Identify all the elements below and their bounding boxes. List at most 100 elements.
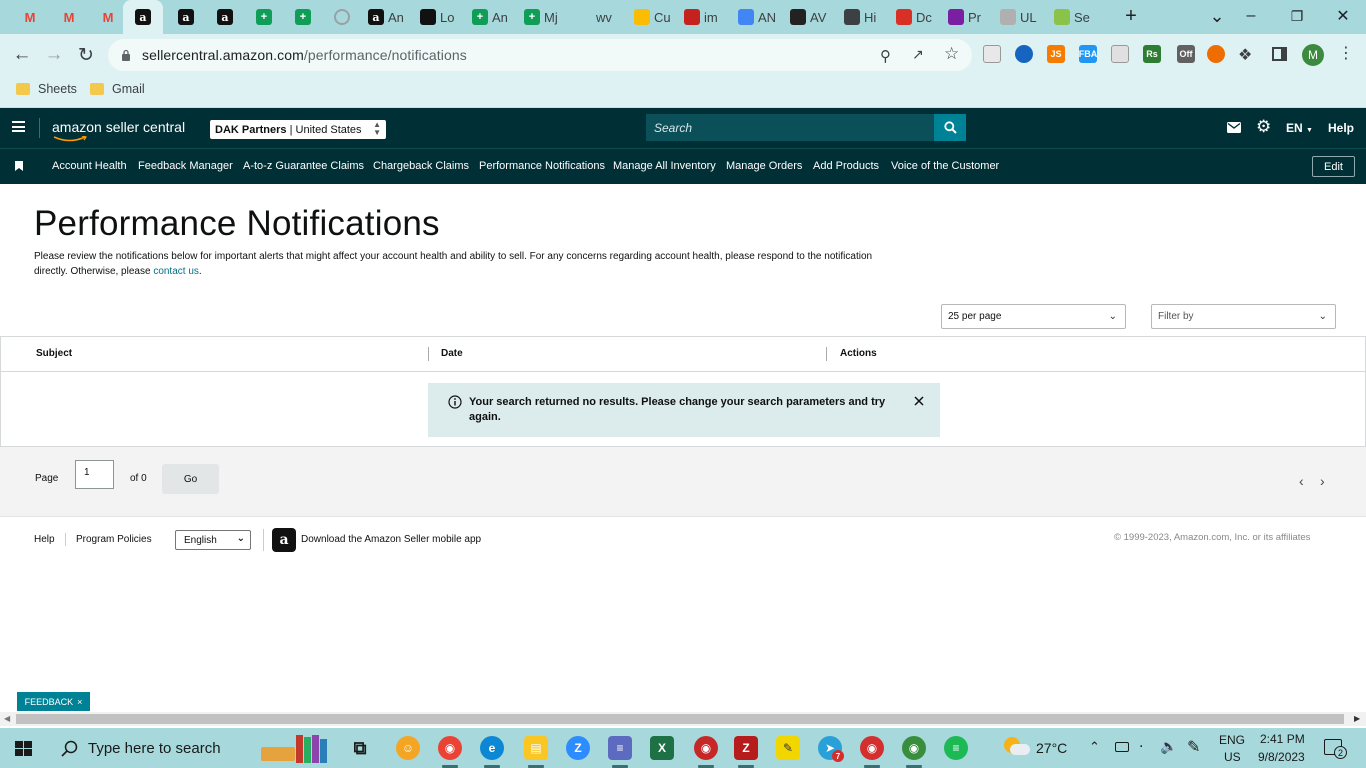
ext-off-icon[interactable]: Off: [1177, 45, 1195, 63]
bookmark-gmail[interactable]: Gmail: [90, 82, 145, 96]
edit-nav-button[interactable]: Edit: [1312, 156, 1355, 177]
forward-button[interactable]: →: [39, 40, 69, 70]
language-selector[interactable]: EN ▼: [1286, 121, 1313, 135]
settings-gear-icon[interactable]: ⚙: [1256, 117, 1271, 137]
chevron-up-icon[interactable]: ⌃: [1089, 739, 1100, 755]
browser-tab[interactable]: Cu: [628, 3, 674, 31]
nav-feedback-manager[interactable]: Feedback Manager: [138, 160, 233, 172]
zoom-icon[interactable]: ⚲: [880, 47, 891, 65]
browser-tab[interactable]: Pr: [942, 3, 988, 31]
battery-icon[interactable]: [1115, 742, 1129, 752]
program-policies-link[interactable]: Program Policies: [76, 534, 152, 545]
feedback-tab[interactable]: FEEDBACK ×: [17, 692, 90, 711]
taskbar-search-input[interactable]: Type here to search: [88, 740, 221, 757]
ext-fba-icon[interactable]: FBA: [1079, 45, 1097, 63]
new-tab-icon[interactable]: +: [1108, 0, 1154, 32]
share-icon[interactable]: ↗: [912, 46, 924, 63]
wifi-icon[interactable]: ⋅: [1139, 738, 1143, 755]
telegram-icon[interactable]: ➤ 7: [818, 736, 844, 762]
back-button[interactable]: ←: [7, 40, 37, 70]
mail-icon[interactable]: [1227, 122, 1241, 133]
search-button[interactable]: [934, 114, 966, 141]
edge-icon[interactable]: e: [480, 736, 504, 760]
file-explorer-icon[interactable]: ▤: [524, 736, 548, 760]
minimize-icon[interactable]: –: [1228, 0, 1274, 32]
browser-tab[interactable]: Hi: [838, 3, 884, 31]
browser-tab[interactable]: Lo: [414, 3, 460, 31]
maximize-icon[interactable]: ❐: [1274, 0, 1320, 32]
speaker-icon[interactable]: 🔈: [1160, 738, 1177, 755]
task-view-icon[interactable]: ⧉: [348, 736, 372, 760]
browser-tab[interactable]: a: [123, 0, 163, 34]
address-bar[interactable]: sellercentral.amazon.com/performance/not…: [108, 39, 972, 71]
close-icon[interactable]: [914, 396, 924, 406]
nav-voice-of-customer[interactable]: Voice of the Customer: [891, 160, 999, 172]
seller-search-input[interactable]: Search: [646, 114, 934, 141]
ext-card-icon[interactable]: [1111, 45, 1129, 63]
column-subject[interactable]: Subject: [36, 348, 72, 359]
weather-icon[interactable]: [1002, 736, 1030, 758]
nav-performance-notifications[interactable]: Performance Notifications: [479, 160, 605, 172]
seller-central-logo[interactable]: amazon seller central: [52, 119, 185, 135]
bookmark-star-icon[interactable]: ☆: [944, 44, 959, 64]
download-app-link[interactable]: Download the Amazon Seller mobile app: [301, 534, 481, 545]
footer-language-select[interactable]: English ⌄: [175, 530, 251, 550]
reload-button[interactable]: ↻: [71, 40, 101, 70]
contact-us-link[interactable]: contact us: [153, 266, 199, 277]
input-language-top[interactable]: ENG: [1219, 733, 1245, 747]
nav-chargeback-claims[interactable]: Chargeback Claims: [373, 160, 469, 172]
ext-rs-icon[interactable]: Rs: [1143, 45, 1161, 63]
browser-tab[interactable]: AN: [732, 3, 778, 31]
spotify-icon[interactable]: ≡: [944, 736, 968, 760]
horizontal-scrollbar[interactable]: ◀ ▶: [0, 712, 1366, 726]
input-language-bottom[interactable]: US: [1224, 750, 1241, 764]
ext-blue-circle-icon[interactable]: [1015, 45, 1033, 63]
browser-tab[interactable]: UL: [994, 3, 1040, 31]
help-link[interactable]: Help: [1328, 121, 1354, 135]
notification-center-icon[interactable]: 2: [1324, 739, 1347, 759]
browser-tab[interactable]: AV: [784, 3, 830, 31]
browser-menu-icon[interactable]: ⋮: [1338, 43, 1354, 63]
nav-account-health[interactable]: Account Health: [52, 160, 127, 172]
bookmark-sheets[interactable]: Sheets: [16, 82, 77, 96]
go-button[interactable]: Go: [162, 464, 219, 494]
nav-add-products[interactable]: Add Products: [813, 160, 879, 172]
clock-time[interactable]: 2:41 PM: [1260, 732, 1305, 746]
browser-tab[interactable]: Se: [1048, 3, 1094, 31]
sticky-notes-icon[interactable]: ✎: [776, 736, 800, 760]
page-number-input[interactable]: 1: [75, 460, 114, 489]
chrome-icon[interactable]: ◉: [438, 736, 462, 760]
emoji-app-icon[interactable]: ☺: [396, 736, 420, 760]
next-page-icon[interactable]: ›: [1320, 473, 1325, 489]
ext-orange-icon[interactable]: [1207, 45, 1225, 63]
per-page-select[interactable]: 25 per page ⌄: [941, 304, 1126, 329]
zoom-icon[interactable]: Z: [566, 736, 590, 760]
scroll-left-icon[interactable]: ◀: [4, 714, 10, 723]
scroll-right-icon[interactable]: ▶: [1354, 714, 1360, 723]
chrome-profile-icon[interactable]: ◉: [694, 736, 718, 760]
browser-tab[interactable]: Dc: [890, 3, 936, 31]
nav-a-to-z-claims[interactable]: A-to-z Guarantee Claims: [243, 160, 364, 172]
account-switcher[interactable]: DAK Partners | United States ▲ ▼: [210, 120, 386, 139]
footer-help-link[interactable]: Help: [34, 534, 55, 545]
excel-icon[interactable]: X: [650, 736, 674, 760]
browser-tab[interactable]: + Mj: [518, 3, 564, 31]
browser-tab[interactable]: wv: [570, 3, 616, 31]
previous-page-icon[interactable]: ‹: [1299, 473, 1304, 489]
browser-tab[interactable]: a An: [362, 3, 408, 31]
nav-manage-orders[interactable]: Manage Orders: [726, 160, 802, 172]
extensions-puzzle-icon[interactable]: ❖: [1238, 45, 1252, 65]
ext-js-icon[interactable]: JS: [1047, 45, 1065, 63]
filter-select[interactable]: Filter by ⌄: [1151, 304, 1336, 329]
windows-start-icon[interactable]: [15, 741, 32, 756]
nav-manage-all-inventory[interactable]: Manage All Inventory: [613, 160, 716, 172]
weather-temperature[interactable]: 27°C: [1036, 740, 1067, 756]
chrome-profile2-icon[interactable]: ◉: [860, 736, 884, 760]
calculator-icon[interactable]: ≡: [608, 736, 632, 760]
profile-avatar[interactable]: M: [1302, 44, 1324, 66]
close-icon[interactable]: ✕: [1320, 0, 1366, 32]
close-icon[interactable]: ×: [77, 697, 82, 707]
bookmark-icon[interactable]: [15, 161, 23, 171]
hamburger-menu-icon[interactable]: [12, 121, 25, 132]
column-date[interactable]: Date: [441, 348, 463, 359]
